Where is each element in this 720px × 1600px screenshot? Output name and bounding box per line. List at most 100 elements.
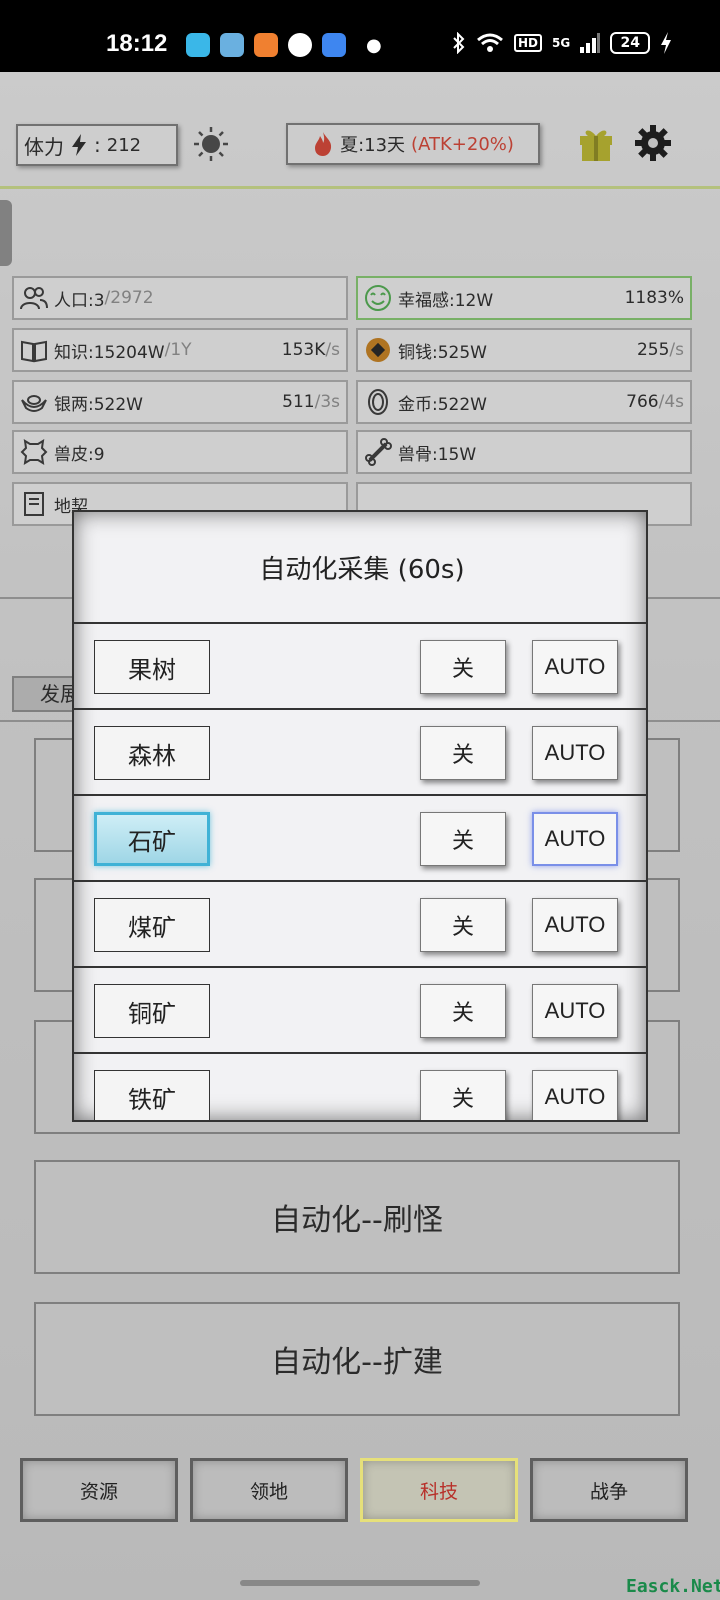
auto-gather-dialog: 自动化采集 (60s) 果树 关 AUTO 森林 关 AUTO 石矿 关 AUT… (72, 510, 648, 1122)
gather-row: 果树 关 AUTO (74, 624, 646, 710)
copper-coin-unit: /s (669, 340, 684, 360)
bluetooth-icon (453, 32, 465, 54)
more-notifications-icon: ● (366, 35, 382, 56)
off-button[interactable]: 关 (420, 640, 506, 694)
lightning-icon (72, 134, 86, 156)
off-button[interactable]: 关 (420, 726, 506, 780)
off-button[interactable]: 关 (420, 898, 506, 952)
auto-button[interactable]: AUTO (532, 984, 618, 1038)
silver-unit: /3s (314, 392, 340, 412)
status-bar: 18:12 ● HD 5G 24 (0, 0, 720, 72)
season-text: 夏:13天 (340, 135, 406, 156)
population-cap: /2972 (104, 288, 154, 308)
dialog-title: 自动化采集 (60s) (74, 512, 646, 624)
resource-coal-mine-button[interactable]: 煤矿 (94, 898, 210, 952)
stat-copper-coin: 铜钱:525W 255/s (356, 328, 692, 372)
stat-population: 人口:3/2972 (12, 276, 348, 320)
stamina-panel: 体力 : 212 (16, 124, 178, 166)
gather-row: 森林 关 AUTO (74, 710, 646, 796)
book-icon (21, 340, 47, 363)
resource-forest-button[interactable]: 森林 (94, 726, 210, 780)
stat-hide: 兽皮:9 (12, 430, 348, 474)
nav-war[interactable]: 战争 (530, 1458, 688, 1522)
population-label: 人口:3 (54, 290, 105, 311)
resource-stone-mine-button[interactable]: 石矿 (94, 812, 210, 866)
sun-icon (194, 127, 228, 161)
clock: 18:12 (106, 30, 168, 57)
auto-button[interactable]: AUTO (532, 640, 618, 694)
hide-label: 兽皮:9 (54, 444, 105, 465)
knowledge-unit: /s (325, 340, 340, 360)
auto-expand-button[interactable]: 自动化--扩建 (34, 1302, 680, 1416)
system-indicators: HD 5G 24 (452, 32, 672, 54)
animal-hide-icon (20, 439, 48, 465)
knowledge-rate: 153K (281, 340, 326, 360)
stamina-value: 212 (106, 134, 142, 156)
auto-button[interactable]: AUTO (532, 1070, 618, 1120)
copper-coin-rate: 255 (636, 340, 670, 360)
signal-icon (580, 33, 601, 53)
silver-rate: 511 (282, 392, 315, 412)
stat-bone: 兽骨:15W (356, 430, 692, 474)
stat-happiness: 幸福感:12W 1183% (356, 276, 692, 320)
resource-iron-mine-button[interactable]: 铁矿 (94, 1070, 210, 1120)
people-icon (20, 287, 48, 310)
auto-button[interactable]: AUTO (532, 898, 618, 952)
charging-icon (661, 32, 672, 54)
wifi-icon (477, 33, 503, 52)
off-button[interactable]: 关 (420, 1070, 506, 1120)
happiness-rate: 1183% (624, 288, 684, 308)
silver-ingot-icon (21, 395, 47, 412)
bone-icon (365, 438, 392, 466)
nav-tech[interactable]: 科技 (360, 1458, 518, 1522)
app-notification-icon (220, 33, 244, 57)
knowledge-cap: /1Y (164, 340, 192, 360)
nav-resources[interactable]: 资源 (20, 1458, 178, 1522)
bone-label: 兽骨:15W (398, 444, 477, 465)
gold-rate: 766 (626, 392, 659, 412)
app-notification-icon (186, 33, 210, 57)
stat-silver: 银两:522W 511/3s (12, 380, 348, 424)
auto-button[interactable]: AUTO (532, 812, 618, 866)
home-indicator[interactable] (240, 1580, 480, 1586)
season-bonus: (ATK+20%) (411, 133, 514, 155)
app-notification-icon (254, 33, 278, 57)
off-button[interactable]: 关 (420, 984, 506, 1038)
auto-button[interactable]: AUTO (532, 726, 618, 780)
silver-label: 银两:522W (54, 394, 143, 415)
copper-coin-icon (366, 338, 390, 362)
notification-icons (186, 33, 346, 57)
battery-indicator: 24 (610, 32, 651, 54)
stat-gold: 金币:522W 766/4s (356, 380, 692, 424)
gather-row: 铁矿 关 AUTO (74, 1054, 646, 1120)
gift-icon[interactable] (578, 124, 614, 162)
season-indicator: 夏:13天 (ATK+20%) (286, 123, 540, 165)
divider (0, 186, 720, 189)
gather-row: 铜矿 关 AUTO (74, 968, 646, 1054)
stamina-label: 体力 (24, 134, 64, 159)
happiness-label: 幸福感:12W (398, 290, 494, 311)
resource-fruit-tree-button[interactable]: 果树 (94, 640, 210, 694)
side-drawer-handle[interactable] (0, 200, 12, 266)
scroll-icon (24, 492, 44, 516)
auto-hunt-button[interactable]: 自动化--刷怪 (34, 1160, 680, 1274)
gold-coin-icon (368, 389, 388, 415)
gear-icon[interactable] (634, 124, 672, 162)
watermark: Easck.Net (626, 1576, 720, 1597)
smile-icon (365, 285, 391, 311)
signal-label: 5G (552, 36, 571, 50)
wechat-icon (288, 33, 312, 57)
gather-row: 煤矿 关 AUTO (74, 882, 646, 968)
knowledge-label: 知识:15204W (54, 342, 165, 363)
nav-territory[interactable]: 领地 (190, 1458, 348, 1522)
app-notification-icon (322, 33, 346, 57)
gold-label: 金币:522W (398, 394, 487, 415)
resource-copper-mine-button[interactable]: 铜矿 (94, 984, 210, 1038)
copper-coin-label: 铜钱:525W (398, 342, 487, 363)
gold-unit: /4s (658, 392, 684, 412)
off-button[interactable]: 关 (420, 812, 506, 866)
stat-knowledge: 知识:15204W/1Y 153K/s (12, 328, 348, 372)
gather-row: 石矿 关 AUTO (74, 796, 646, 882)
fire-icon (315, 132, 332, 156)
hd-badge: HD (514, 34, 543, 52)
